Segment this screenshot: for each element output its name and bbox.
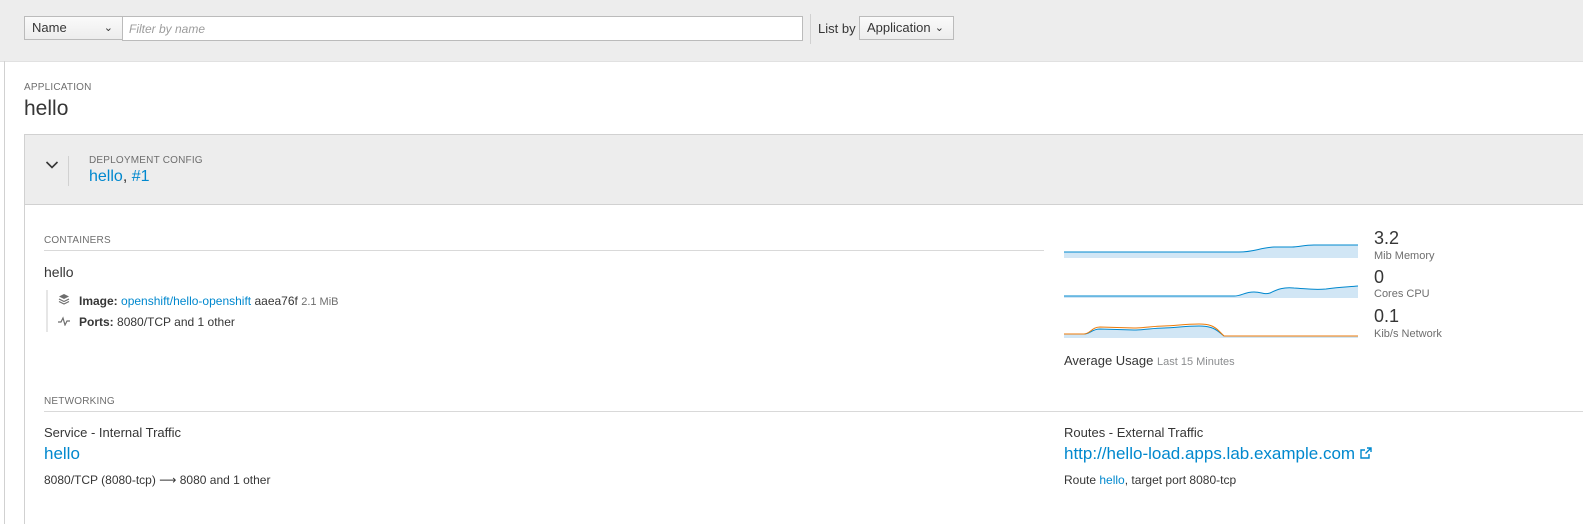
service-target-port: 8080 and 1 other (179, 473, 271, 487)
average-usage: Average Usage Last 15 Minutes (1064, 353, 1235, 368)
cpu-sparkline (1064, 285, 1358, 298)
toolbar-divider (810, 14, 811, 44)
chevron-down-icon (45, 161, 59, 169)
filter-by-name-input[interactable] (122, 16, 803, 41)
container-image-row: Image: openshift/hello-openshift aaea76f… (58, 293, 339, 308)
route-url-link[interactable]: http://hello-load.apps.lab.example.com (1064, 444, 1355, 463)
deployment-revision-link[interactable]: #1 (132, 168, 150, 185)
cpu-unit: Cores CPU (1374, 288, 1430, 300)
containers-divider (44, 250, 1044, 251)
application-label: APPLICATION (24, 82, 92, 93)
pulse-icon (58, 315, 70, 329)
route-target: , target port 8080-tcp (1124, 473, 1237, 487)
service-link[interactable]: hello (44, 444, 80, 464)
service-port-spec: 8080/TCP (8080-tcp) (44, 473, 156, 487)
ports-label: Ports: (79, 315, 114, 329)
chevron-down-icon: ⌄ (103, 22, 113, 34)
deployment-config-link[interactable]: hello (89, 168, 123, 185)
route-prefix: Route (1064, 473, 1097, 487)
list-by-value: Application (867, 20, 931, 35)
container-details-rule (46, 290, 48, 332)
networking-section-label: NETWORKING (44, 396, 115, 407)
deployment-config-title: hello, #1 (89, 168, 150, 186)
layers-icon (58, 293, 70, 308)
filter-field-value: Name (32, 20, 67, 35)
arrow-right-icon: ⟶ (159, 473, 177, 487)
expand-chevron-icon[interactable] (43, 157, 61, 175)
application-name: hello (24, 97, 69, 120)
networking-divider (44, 411, 1583, 412)
average-usage-period: Last 15 Minutes (1157, 356, 1235, 368)
filter-field-select[interactable]: Name ⌄ (24, 16, 123, 40)
filter-toolbar: Name ⌄ List by Application ⌄ (0, 0, 1583, 62)
list-by-label: List by (818, 21, 856, 36)
image-label: Image: (79, 294, 118, 308)
memory-sparkline (1064, 244, 1358, 258)
network-unit: Kib/s Network (1374, 328, 1442, 340)
deployment-config-label: DEPLOYMENT CONFIG (89, 155, 203, 166)
list-by-select[interactable]: Application ⌄ (859, 16, 954, 40)
routes-title: Routes - External Traffic (1064, 425, 1204, 440)
service-ports: 8080/TCP (8080-tcp) ⟶ 8080 and 1 other (44, 473, 270, 487)
network-sparkline (1064, 323, 1358, 338)
deployment-config-header: DEPLOYMENT CONFIG hello, #1 (24, 134, 1583, 205)
chevron-down-icon: ⌄ (934, 22, 944, 34)
ports-value: 8080/TCP and 1 other (117, 315, 235, 329)
deployment-separator: , (122, 168, 132, 185)
container-ports-row: Ports: 8080/TCP and 1 other (58, 315, 235, 329)
container-name: hello (44, 264, 74, 280)
service-title: Service - Internal Traffic (44, 425, 182, 440)
cpu-value: 0 (1374, 267, 1385, 287)
image-size: 2.1 MiB (301, 296, 339, 308)
content-left-border (4, 61, 5, 524)
memory-unit: Mib Memory (1374, 250, 1435, 262)
average-usage-label: Average Usage (1064, 353, 1154, 368)
header-divider (68, 156, 69, 186)
route-name-link[interactable]: hello (1099, 473, 1124, 487)
route-url-row: http://hello-load.apps.lab.example.com (1064, 444, 1372, 464)
memory-value: 3.2 (1374, 228, 1400, 248)
image-id: aaea76f (254, 294, 298, 308)
network-value: 0.1 (1374, 306, 1400, 326)
route-details: Route hello, target port 8080-tcp (1064, 473, 1236, 487)
external-link-icon[interactable] (1360, 447, 1372, 459)
containers-section-label: CONTAINERS (44, 235, 111, 246)
image-name-link[interactable]: openshift/hello-openshift (121, 294, 251, 308)
